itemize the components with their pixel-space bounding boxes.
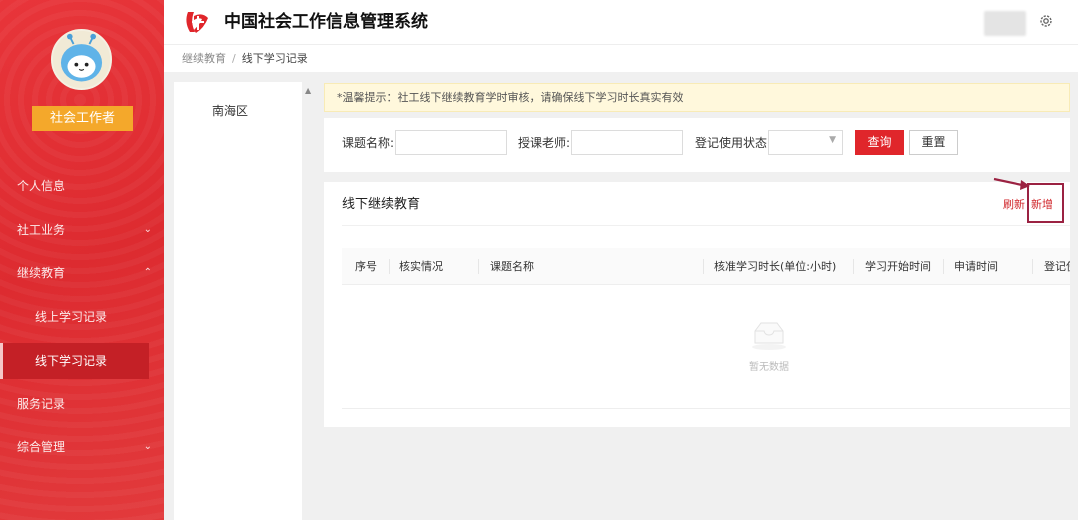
sidebar-item-label: 个人信息 [17, 179, 66, 193]
status-label: 登记使用状态: [695, 136, 772, 150]
sidebar-item-personal-info[interactable]: 个人信息 [0, 171, 164, 201]
mascot-avatar-icon [53, 31, 110, 88]
column-divider [853, 259, 854, 274]
sidebar-item-general-management[interactable]: 综合管理 ⌄ [0, 432, 164, 462]
column-divider [389, 259, 390, 274]
column-divider [478, 259, 479, 274]
sidebar-item-online-records[interactable]: 线上学习记录 [0, 302, 164, 332]
status-select[interactable]: ▼ [768, 130, 843, 155]
column-divider [943, 259, 944, 274]
top-header: 中国社会工作信息管理系统 [164, 0, 1078, 44]
org-tree-panel: 南海区 [174, 82, 302, 520]
table-header: 序号 核实情况 课题名称 核准学习时长(单位:小时) 学习开始时间 申请时间 登… [342, 248, 1070, 285]
user-role-badge: 社会工作者 [32, 106, 133, 131]
scroll-up-icon[interactable]: ▲ [305, 86, 311, 95]
table-card: 线下继续教育 刷新 新增 序号 核实情况 课题名称 核准学习时长(单位:小时) … [324, 177, 1070, 427]
avatar[interactable] [51, 29, 112, 90]
divider [342, 408, 1070, 409]
chevron-down-icon: ▼ [829, 135, 836, 145]
search-form: 课题名称: 授课老师: 登记使用状态: ▼ 查询 重置 [324, 118, 1070, 172]
table-title: 线下继续教育 [342, 197, 421, 212]
annotation-arrow-icon [993, 177, 1030, 190]
divider [342, 225, 1070, 226]
user-menu[interactable] [984, 11, 1026, 36]
app-title: 中国社会工作信息管理系统 [224, 12, 428, 32]
sidebar-item-offline-records[interactable]: 线下学习记录 [0, 343, 149, 379]
course-name-label: 课题名称: [342, 136, 395, 150]
breadcrumb: 继续教育 / 线下学习记录 [164, 44, 1078, 72]
query-button[interactable]: 查询 [855, 130, 904, 155]
column-header[interactable]: 序号 [355, 248, 377, 285]
chevron-down-icon: ⌄ [143, 441, 152, 452]
course-name-input[interactable] [395, 130, 507, 155]
chevron-up-icon: ⌃ [143, 267, 152, 278]
sidebar-item-continuing-education[interactable]: 继续教育 ⌃ [0, 258, 164, 288]
notice-banner: *温馨提示：社工线下继续教育学时审核，请确保线下学习时长真实有效 [324, 83, 1070, 112]
sidebar-item-social-work[interactable]: 社工业务 ⌄ [0, 215, 164, 245]
add-highlight-box [1027, 183, 1064, 223]
column-header[interactable]: 课题名称 [490, 248, 534, 285]
breadcrumb-parent[interactable]: 继续教育 [182, 52, 226, 65]
gear-icon[interactable] [1038, 13, 1054, 29]
sidebar-item-label: 继续教育 [17, 266, 66, 280]
sidebar-item-label: 社工业务 [17, 223, 66, 237]
column-header[interactable]: 申请时间 [954, 248, 998, 285]
sidebar-item-label: 服务记录 [17, 397, 66, 411]
breadcrumb-separator: / [232, 52, 236, 65]
tree-scrollbar[interactable]: ▲ [302, 82, 316, 520]
refresh-link[interactable]: 刷新 [1003, 198, 1025, 212]
sidebar: 社会工作者 个人信息 社工业务 ⌄ 继续教育 ⌃ 线上学习记录 线下学习记录 服… [0, 0, 164, 520]
breadcrumb-current: 线下学习记录 [241, 52, 308, 65]
column-header[interactable]: 核实情况 [399, 248, 443, 285]
chevron-down-icon: ⌄ [143, 224, 152, 235]
sidebar-item-service-records[interactable]: 服务记录 [0, 389, 164, 419]
column-divider [1032, 259, 1033, 274]
tree-node[interactable]: 南海区 [212, 102, 248, 119]
column-header[interactable]: 登记使 [1044, 248, 1070, 285]
teacher-input[interactable] [571, 130, 683, 155]
teacher-label: 授课老师: [518, 136, 571, 150]
app-logo-icon [186, 12, 208, 33]
sidebar-item-label: 线下学习记录 [35, 354, 108, 368]
reset-button[interactable]: 重置 [909, 130, 958, 155]
column-divider [703, 259, 704, 274]
column-header[interactable]: 学习开始时间 [865, 248, 931, 285]
empty-state-text: 暂无数据 [749, 362, 789, 373]
empty-box-icon [752, 322, 786, 350]
sidebar-item-label: 综合管理 [17, 440, 66, 454]
column-header[interactable]: 核准学习时长(单位:小时) [714, 248, 836, 285]
sidebar-item-label: 线上学习记录 [35, 310, 108, 324]
